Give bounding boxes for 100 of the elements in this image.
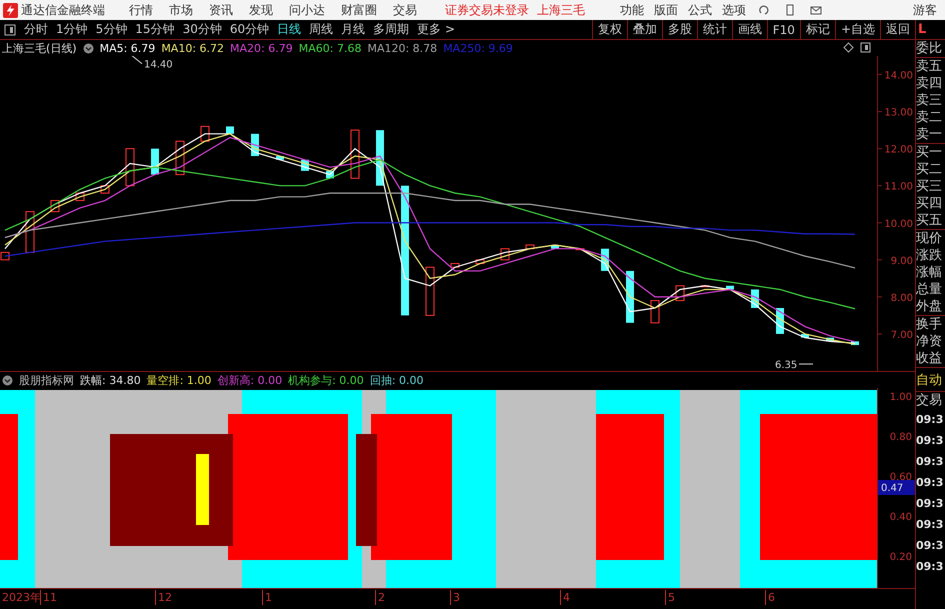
user-label[interactable]: 游客 <box>913 2 937 18</box>
quote-label: 净资 <box>916 333 943 350</box>
ma-legend-value: MA60: 7.68 <box>298 42 362 54</box>
candlestick <box>626 270 634 323</box>
period-tab[interactable]: 周线 <box>305 21 338 38</box>
menu-item[interactable]: 市场 <box>161 2 201 18</box>
diamond-icon[interactable] <box>843 42 854 53</box>
month-label: 12 <box>155 590 172 605</box>
period-tab[interactable]: 5分钟 <box>92 21 132 38</box>
toolbar-button[interactable]: 多股 <box>662 20 697 39</box>
month-label: 1 <box>262 590 272 605</box>
ma-legend-value: MA10: 6.72 <box>161 42 224 54</box>
menu-item[interactable]: 问小达 <box>281 2 333 18</box>
candlestick <box>526 244 534 250</box>
toolbar-button[interactable]: 标记 <box>800 20 835 39</box>
candlestick <box>650 300 660 324</box>
panel-icon[interactable] <box>860 42 871 53</box>
quote-label: 卖二 <box>916 109 943 126</box>
panel-header: L <box>916 20 945 40</box>
auto-mode-label[interactable]: 自动 <box>916 371 945 392</box>
month-label: 2 <box>375 590 385 605</box>
candlestick <box>176 140 184 176</box>
loop-icon[interactable] <box>758 4 770 16</box>
quote-label: 现价 <box>916 230 943 247</box>
candlestick <box>350 130 360 179</box>
menu-item[interactable]: 版面 <box>649 2 683 18</box>
quote-label: 收益 <box>916 350 943 367</box>
panel-icon[interactable] <box>4 24 16 36</box>
indicator-legend-value: 创新高: 0.00 <box>217 372 282 388</box>
candlestick <box>826 338 834 342</box>
indicator-legend-value: 股朋指标网 <box>19 372 74 388</box>
trade-time: 09:3 <box>916 475 944 491</box>
month-label: 3 <box>450 590 460 605</box>
indicator-legend-value: 跌幅: 34.80 <box>80 372 141 388</box>
price-axis-label: 12.00 <box>884 144 913 156</box>
toolbar-button[interactable]: F10 <box>766 20 800 39</box>
toolbar-button[interactable]: 叠加 <box>626 20 662 39</box>
month-label: 4 <box>560 590 570 605</box>
chevron-circle-icon[interactable] <box>82 42 94 54</box>
indicator-axis-label: 0.40 <box>890 512 912 523</box>
toolbar-button[interactable]: +自选 <box>834 20 880 39</box>
trade-time: 09:3 <box>916 538 944 554</box>
chevron-circle-icon[interactable] <box>2 374 13 386</box>
indicator-legend-value: 机构参与: 0.00 <box>288 372 364 388</box>
period-tab[interactable]: 月线 <box>337 21 370 38</box>
period-tab[interactable]: 更多 > <box>413 21 459 38</box>
period-tab[interactable]: 15分钟 <box>131 21 179 38</box>
indicator-axis-label: 0.20 <box>890 552 912 563</box>
menu-item[interactable]: 资讯 <box>201 2 241 18</box>
period-tab[interactable]: 日线 <box>273 21 306 38</box>
indicator-legend-value: 量空排: 1.00 <box>146 372 212 388</box>
candlestick <box>26 211 34 253</box>
candlestick <box>801 334 809 338</box>
quote-label: 外盘 <box>916 298 943 315</box>
trade-header: 交易 <box>916 392 943 409</box>
menu-item[interactable]: 行情 <box>121 2 161 18</box>
leader-line <box>132 56 142 64</box>
trade-time: 09:3 <box>916 559 944 575</box>
mail-icon[interactable] <box>810 4 822 16</box>
indicator-axis-label: 0.60 <box>890 472 912 483</box>
candlestick <box>126 148 134 186</box>
login-status: 证券交易未登录 <box>445 2 529 18</box>
toolbar-button[interactable]: 复权 <box>592 20 627 39</box>
trade-time: 09:3 <box>916 433 944 449</box>
period-tab[interactable]: 30分钟 <box>178 21 226 38</box>
stock-name: 上海三毛 <box>537 2 585 18</box>
toolbar-button[interactable]: 统计 <box>696 20 732 39</box>
period-tab[interactable]: 60分钟 <box>226 21 274 38</box>
menu-item[interactable]: 选项 <box>717 2 751 18</box>
candlestick <box>676 285 684 302</box>
menu-item[interactable]: 交易 <box>385 2 425 18</box>
period-tab[interactable]: 多周期 <box>369 21 414 38</box>
ma-legend-value: MA120: 8.78 <box>367 42 438 54</box>
period-tab[interactable]: 分时 <box>20 21 52 38</box>
toolbar-button[interactable]: 返回 <box>880 20 915 39</box>
menu-item[interactable]: 公式 <box>683 2 717 18</box>
candlestick <box>50 200 60 212</box>
price-annotation: 6.35 <box>775 360 798 371</box>
month-label: 6 <box>765 590 775 605</box>
candlestick <box>200 126 210 142</box>
trade-time: 09:3 <box>916 412 944 428</box>
price-axis-label: 7.00 <box>890 330 913 341</box>
app-logo-icon <box>3 2 18 18</box>
menu-item[interactable]: 发现 <box>241 2 281 18</box>
candlestick <box>851 341 859 346</box>
app-title: 通达信金融终端 <box>21 2 105 18</box>
period-tab[interactable]: 1分钟 <box>52 21 92 38</box>
price-axis-label: 9.00 <box>890 256 913 267</box>
candlestick <box>700 285 710 288</box>
trade-time: 09:3 <box>916 517 944 533</box>
quote-label: 卖四 <box>916 75 943 92</box>
menu-item[interactable]: 功能 <box>615 2 649 18</box>
candlestick <box>276 156 284 160</box>
menu-item[interactable]: 财富圈 <box>333 2 385 18</box>
chart-title: 上海三毛(日线) <box>2 40 77 56</box>
price-axis-label: 14.00 <box>884 70 913 82</box>
quote-label: 涨跌 <box>916 247 943 264</box>
quote-label: 卖三 <box>916 92 943 109</box>
year-label: 2023年 <box>2 590 41 605</box>
toolbar-button[interactable]: 画线 <box>732 20 767 39</box>
